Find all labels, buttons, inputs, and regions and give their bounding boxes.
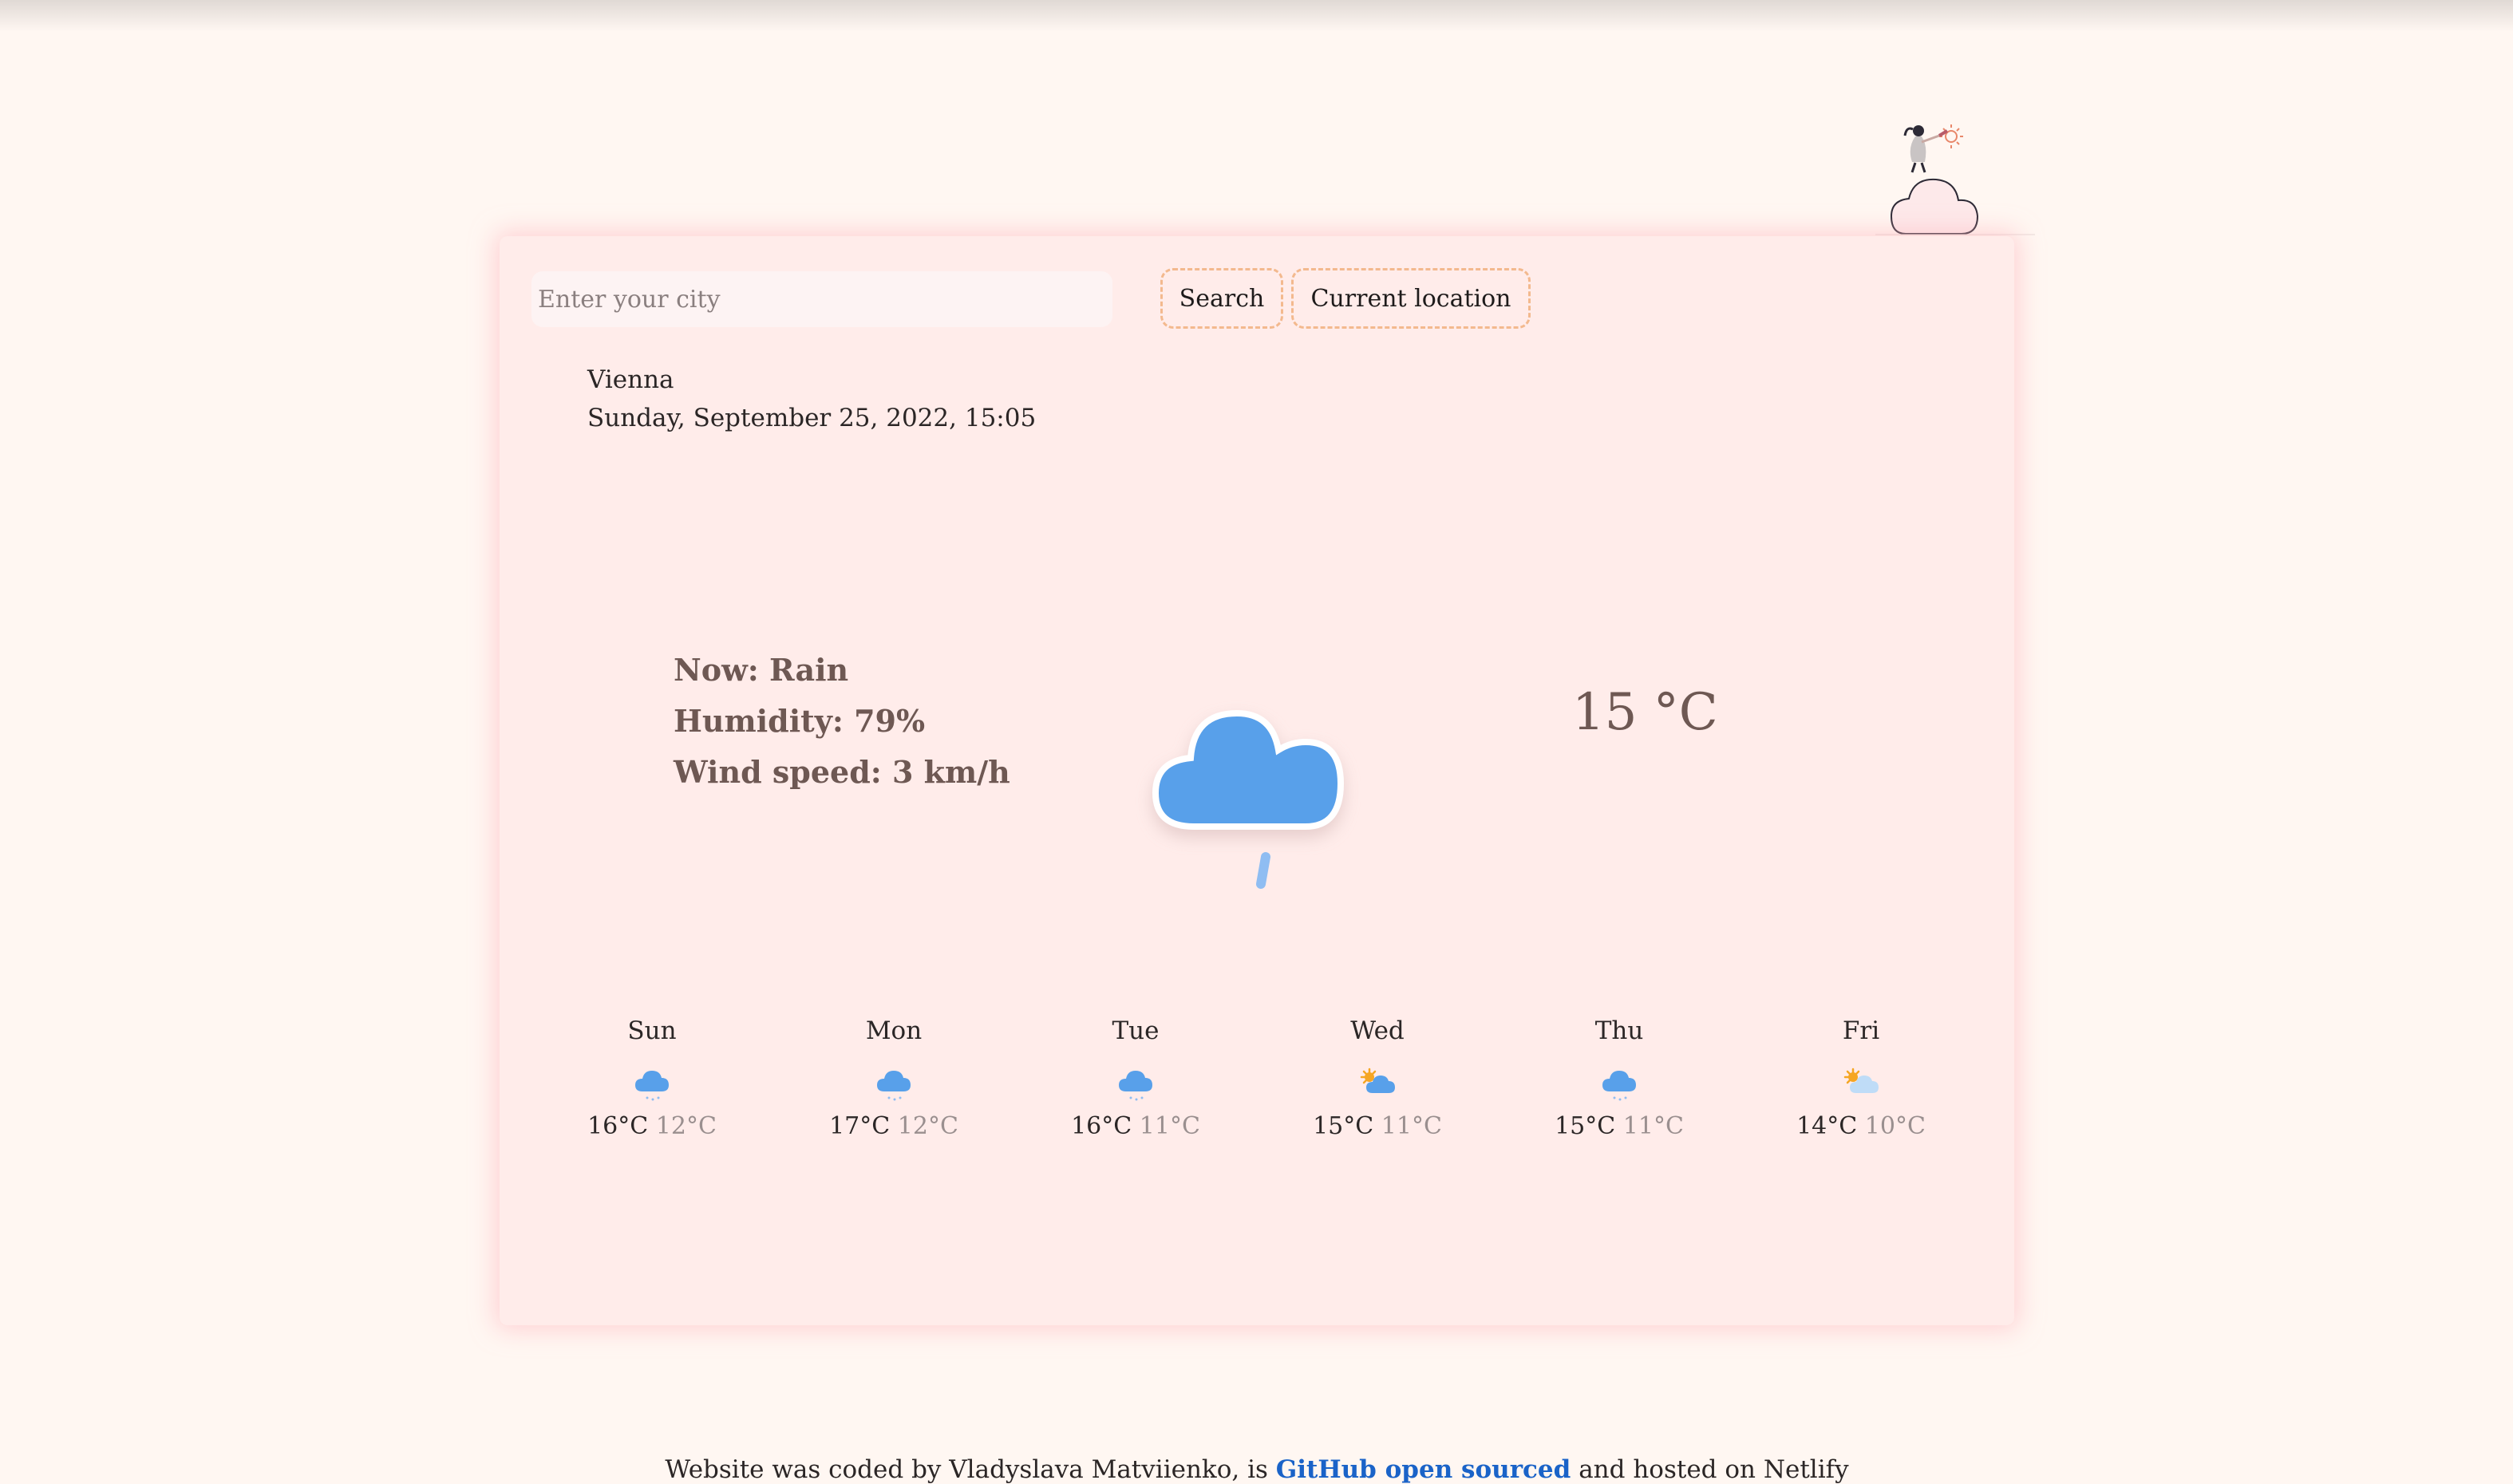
forecast-max-temp: 15°C <box>1313 1112 1374 1140</box>
forecast-max-temp: 14°C <box>1796 1112 1858 1140</box>
rain-cloud-icon <box>877 1071 911 1101</box>
forecast-min-temp: 12°C <box>897 1112 958 1140</box>
forecast-min-temp: 11°C <box>1139 1112 1200 1140</box>
rain-cloud-icon <box>1152 709 1345 889</box>
forecast-max-temp: 16°C <box>1071 1112 1132 1140</box>
top-shadow <box>0 0 2513 32</box>
forecast-min-temp: 10°C <box>1864 1112 1926 1140</box>
sun-light-cloud-icon <box>1843 1068 1879 1093</box>
forecast-day-name: Thu <box>1594 1016 1644 1045</box>
forecast-day-name: Fri <box>1842 1016 1880 1045</box>
city-name: Vienna <box>587 365 674 394</box>
footer: Website was coded by Vladyslava Matviien… <box>500 1455 2014 1484</box>
forecast-day-name: Sun <box>627 1016 677 1045</box>
forecast-max-temp: 15°C <box>1555 1112 1616 1140</box>
forecast-temps: 16°C 12°C <box>572 1112 732 1140</box>
forecast-day-name: Wed <box>1350 1016 1405 1045</box>
current-wind-speed: Wind speed: 3 km/h <box>674 754 1010 790</box>
search-button[interactable]: Search <box>1160 268 1283 329</box>
forecast-day: Fri 14°C 10°C <box>1781 1016 1941 1140</box>
forecast-day-name: Mon <box>865 1016 923 1045</box>
city-search-input[interactable] <box>531 271 1112 327</box>
current-details: Now: Rain Humidity: 79% Wind speed: 3 km… <box>674 645 1010 798</box>
forecast-temps: 17°C 12°C <box>814 1112 974 1140</box>
forecast-day: Sun 16°C 12°C <box>572 1016 732 1140</box>
current-temperature: 15 °C <box>1572 683 1718 742</box>
sun-cloud-icon <box>1360 1068 1395 1093</box>
rain-cloud-icon <box>1119 1071 1152 1101</box>
date-time: Sunday, September 25, 2022, 15:05 <box>587 404 1037 432</box>
forecast-min-temp: 11°C <box>1622 1112 1684 1140</box>
current-condition: Now: Rain <box>674 652 849 688</box>
rain-cloud-icon <box>1602 1071 1636 1101</box>
forecast-temps: 15°C 11°C <box>1539 1112 1699 1140</box>
forecast-max-temp: 16°C <box>587 1112 649 1140</box>
forecast-temps: 14°C 10°C <box>1781 1112 1941 1140</box>
girl-on-cloud-illustration <box>1875 124 2035 235</box>
footer-prefix: Website was coded by Vladyslava Matviien… <box>665 1455 1268 1484</box>
forecast-min-temp: 12°C <box>655 1112 717 1140</box>
forecast-day: Thu 15°C 11°C <box>1539 1016 1699 1140</box>
current-location-button[interactable]: Current location <box>1291 268 1531 329</box>
forecast-day: Mon 17°C 12°C <box>814 1016 974 1140</box>
forecast-min-temp: 11°C <box>1381 1112 1442 1140</box>
weather-card: Search Current location Vienna Sunday, S… <box>500 236 2014 1484</box>
forecast-temps: 16°C 11°C <box>1056 1112 1215 1140</box>
forecast-day: Wed 15°C 11°C <box>1298 1016 1457 1140</box>
rain-cloud-icon <box>635 1071 669 1101</box>
forecast-max-temp: 17°C <box>829 1112 891 1140</box>
current-humidity: Humidity: 79% <box>674 703 926 739</box>
forecast-temps: 15°C 11°C <box>1298 1112 1457 1140</box>
forecast-day: Tue 16°C 11°C <box>1056 1016 1215 1140</box>
footer-suffix: and hosted on Netlify <box>1579 1455 1849 1484</box>
github-link[interactable]: GitHub open sourced <box>1276 1455 1571 1484</box>
forecast-day-name: Tue <box>1112 1016 1160 1045</box>
